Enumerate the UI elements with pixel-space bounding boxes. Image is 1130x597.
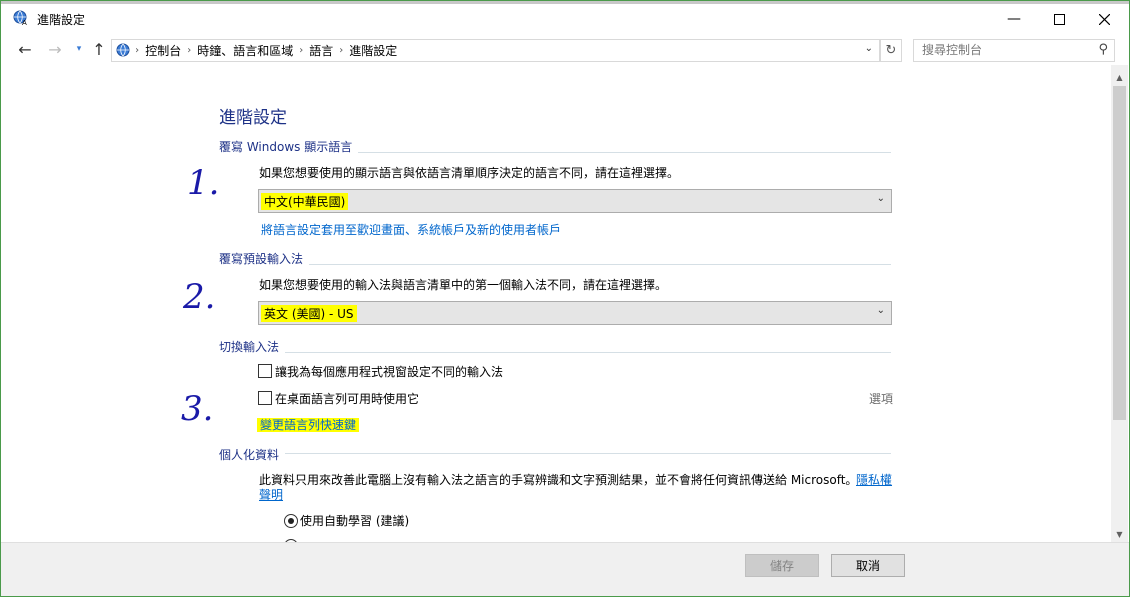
auto-learning-label[interactable]: 使用自動學習 (建議) — [300, 512, 409, 529]
chevron-down-icon: ▾ — [76, 44, 82, 54]
breadcrumb-advanced-settings[interactable]: 進階設定 — [343, 42, 403, 59]
minimize-icon: — — [1007, 11, 1021, 27]
scrollbar-thumb[interactable] — [1113, 86, 1126, 420]
control-panel-window: A 進階設定 — ← → ▾ ↑ › 控制台 › 時鐘、語言和區域 › 語言 ›… — [0, 0, 1130, 597]
cancel-button[interactable]: 取消 — [831, 554, 905, 577]
title-bar[interactable]: A 進階設定 — — [1, 4, 1129, 34]
footer-bar: 儲存 取消 — [1, 542, 1129, 596]
annotation-number-one: 1. — [187, 163, 220, 203]
privacy-statement-link-continued[interactable]: 聲明 — [259, 486, 283, 503]
change-hotkeys-link[interactable]: 變更語言列快速鍵 — [257, 416, 360, 433]
input-method-description: 如果您想要使用的輸入法與語言清單中的第一個輸入法不同，請在這裡選擇。 — [259, 278, 668, 292]
switching-section-label: 切換輸入法 — [219, 338, 286, 355]
per-app-input-label[interactable]: 讓我為每個應用程式視窗設定不同的輸入法 — [275, 363, 503, 380]
breadcrumb-separator-icon: › — [132, 45, 140, 56]
forward-arrow-icon: → — [48, 39, 62, 59]
chevron-down-icon: ⌄ — [876, 193, 885, 204]
display-language-dropdown[interactable]: 中文(中華民國) ⌄ — [258, 189, 892, 213]
desktop-language-bar-label[interactable]: 在桌面語言列可用時使用它 — [275, 390, 419, 407]
vertical-scrollbar[interactable]: ▲ ▼ — [1111, 65, 1128, 542]
display-language-description: 如果您想要使用的顯示語言與依語言清單順序決定的語言不同，請在這裡選擇。 — [259, 166, 680, 180]
display-language-selected: 中文(中華民國) — [261, 193, 349, 210]
section-divider — [219, 352, 891, 353]
close-button[interactable] — [1081, 4, 1127, 34]
desktop-language-bar-checkbox[interactable] — [258, 391, 272, 405]
breadcrumb-control-panel[interactable]: 控制台 — [139, 42, 187, 59]
annotation-number-two: 2. — [183, 277, 216, 317]
auto-learning-radio[interactable] — [284, 514, 298, 528]
radio-selected-dot — [288, 518, 294, 524]
section-divider — [219, 453, 891, 454]
chevron-down-icon: ⌄ — [876, 305, 885, 316]
language-globe-icon: A — [13, 10, 27, 26]
search-input[interactable] — [914, 40, 1100, 59]
search-icon[interactable]: ⚲ — [1098, 42, 1108, 57]
apply-language-settings-link[interactable]: 將語言設定套用至歡迎畫面、系統帳戶及新的使用者帳戶 — [261, 221, 561, 238]
minimize-button[interactable]: — — [991, 4, 1037, 34]
annotation-number-three: 3. — [181, 389, 214, 429]
navigation-bar: ← → ▾ ↑ › 控制台 › 時鐘、語言和區域 › 語言 › 進階設定 ⌄ ↻ — [1, 35, 1129, 65]
language-bar-options-link[interactable]: 選項 — [869, 390, 893, 407]
save-button[interactable]: 儲存 — [745, 554, 819, 577]
back-button[interactable]: ← — [15, 39, 35, 59]
personalization-description: 此資料只用來改善此電腦上沒有輸入法之語言的手寫辨識和文字預測結果，並不會將任何資… — [259, 473, 858, 487]
maximize-icon — [1053, 13, 1065, 25]
breadcrumb-language[interactable]: 語言 — [303, 42, 339, 59]
refresh-icon: ↻ — [885, 43, 897, 58]
breadcrumb: › 控制台 › 時鐘、語言和區域 › 語言 › 進階設定 — [112, 40, 403, 61]
change-hotkeys-link-text: 變更語言列快速鍵 — [257, 418, 360, 432]
up-arrow-icon: ↑ — [92, 39, 106, 59]
breadcrumb-clock-language-region[interactable]: 時鐘、語言和區域 — [191, 42, 299, 59]
search-box[interactable]: ⚲ — [913, 39, 1115, 62]
refresh-button[interactable]: ↻ — [880, 39, 902, 62]
page-title: 進階設定 — [219, 108, 287, 128]
forward-button[interactable]: → — [45, 39, 65, 59]
window-title: 進階設定 — [37, 13, 86, 27]
svg-text:A: A — [22, 19, 27, 26]
scroll-up-icon[interactable]: ▲ — [1111, 69, 1128, 85]
close-icon — [1098, 13, 1110, 25]
control-panel-icon — [116, 43, 130, 56]
privacy-statement-link[interactable]: 隱私權 — [856, 471, 892, 488]
input-method-selected: 英文 (美國) - US — [261, 305, 357, 322]
personalization-section-label: 個人化資料 — [219, 446, 286, 463]
address-dropdown-icon[interactable]: ⌄ — [865, 43, 873, 54]
per-app-input-checkbox[interactable] — [258, 364, 272, 378]
maximize-button[interactable] — [1036, 4, 1082, 34]
recent-locations-button[interactable]: ▾ — [69, 39, 89, 59]
back-arrow-icon: ← — [18, 39, 32, 59]
section-divider — [219, 264, 891, 265]
up-button[interactable]: ↑ — [89, 39, 109, 59]
address-bar[interactable]: › 控制台 › 時鐘、語言和區域 › 語言 › 進階設定 ⌄ — [111, 39, 880, 62]
display-language-section-label: 覆寫 Windows 顯示語言 — [219, 138, 359, 155]
input-method-dropdown[interactable]: 英文 (美國) - US ⌄ — [258, 301, 892, 325]
scroll-down-icon[interactable]: ▼ — [1111, 526, 1128, 542]
input-method-section-label: 覆寫預設輸入法 — [219, 250, 310, 267]
main-content: 進階設定 覆寫 Windows 顯示語言 如果您想要使用的顯示語言與依語言清單順… — [1, 65, 1111, 542]
